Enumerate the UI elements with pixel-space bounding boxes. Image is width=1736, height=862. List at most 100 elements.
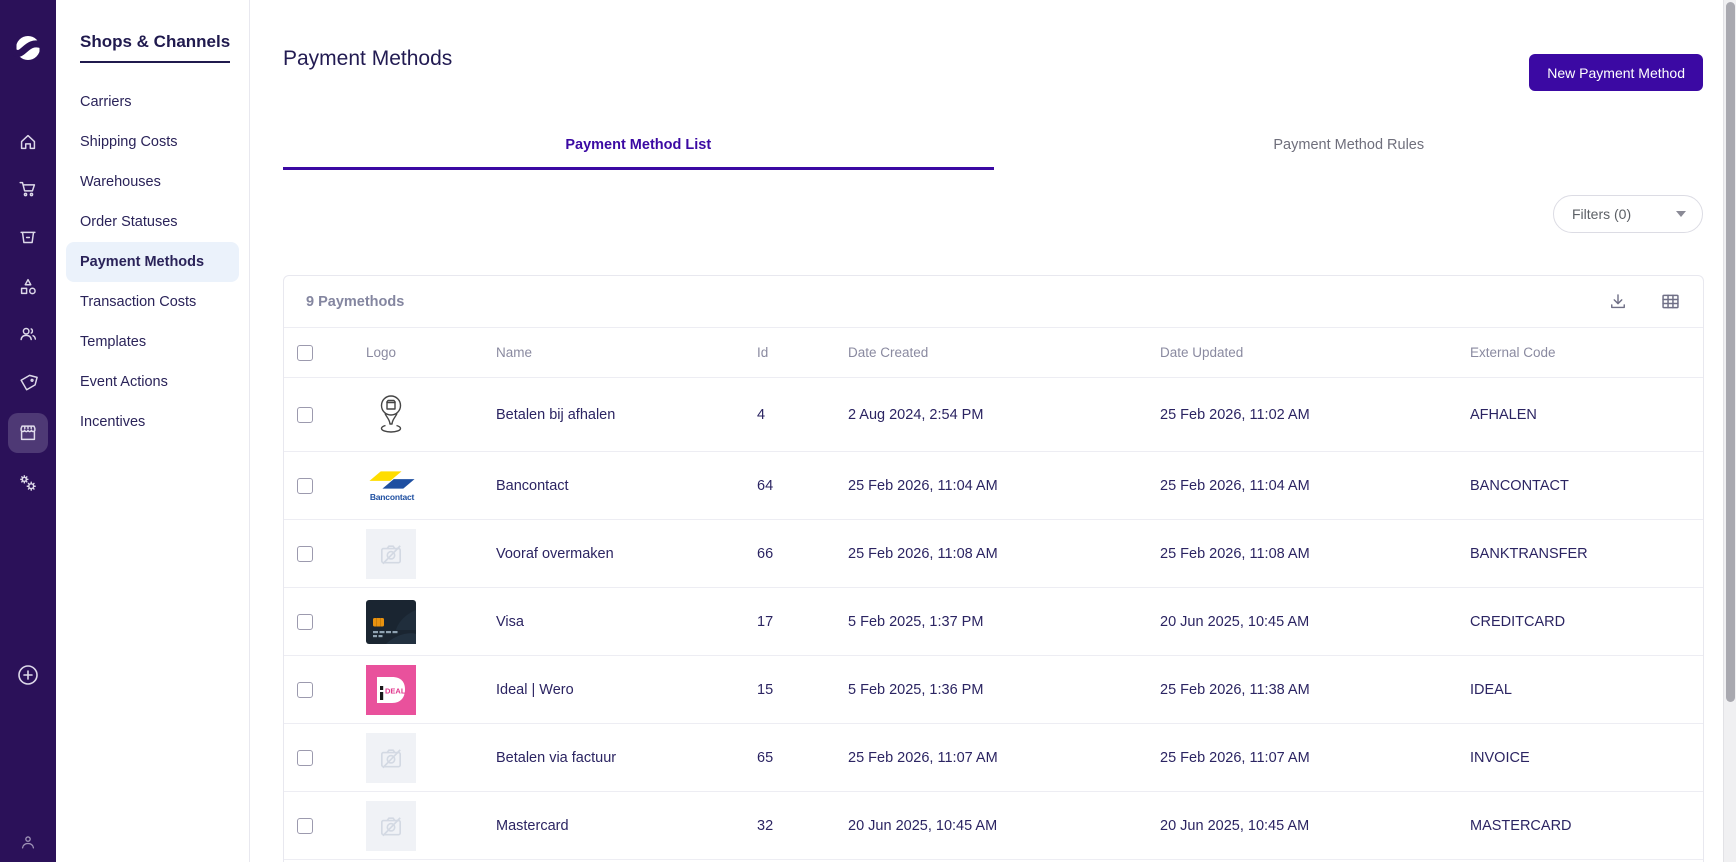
sidebar-item-incentives[interactable]: Incentives xyxy=(56,402,249,442)
sidebar-item-transaction-costs[interactable]: Transaction Costs xyxy=(56,282,249,322)
cell-name: Ideal | Wero xyxy=(496,681,574,698)
filters-dropdown[interactable]: Filters (0) xyxy=(1553,195,1703,233)
cell-id: 64 xyxy=(757,477,774,494)
missing-image-placeholder xyxy=(366,800,416,851)
cell-logo xyxy=(346,528,476,579)
new-payment-method-button[interactable]: New Payment Method xyxy=(1529,54,1703,91)
paymethods-card: 9 Paymethods Logo Name Id Date Created Date … xyxy=(283,275,1704,862)
cell-name: Betalen bij afhalen xyxy=(496,406,616,423)
table-body: Betalen bij afhalen 4 2 Aug 2024, 2:54 PM 2… xyxy=(284,378,1703,860)
cell-date-updated: 25 Feb 2026, 11:02 AM xyxy=(1160,406,1310,423)
pickup-pin-logo xyxy=(366,390,416,440)
cell-external-code: MASTERCARD xyxy=(1470,817,1572,834)
cell-date-updated: 20 Jun 2025, 10:45 AM xyxy=(1160,613,1310,630)
cell-name: Vooraf overmaken xyxy=(496,545,614,562)
row-checkbox[interactable] xyxy=(297,681,313,698)
table-row[interactable]: Visa 17 5 Feb 2025, 1:37 PM 20 Jun 2025, 10… xyxy=(284,588,1703,656)
table-header-row: Logo Name Id Date Created Date Updated Extern… xyxy=(284,328,1703,378)
filters-label: Filters (0) xyxy=(1572,206,1632,222)
sidebar-nav-list: Carriers Shipping Costs Warehouses Order St… xyxy=(56,82,249,442)
sidebar-item-templates[interactable]: Templates xyxy=(56,322,249,362)
icon-rail xyxy=(0,0,56,862)
row-checkbox[interactable] xyxy=(297,817,313,834)
home-icon[interactable] xyxy=(8,122,48,162)
page-scrollbar xyxy=(1723,0,1736,862)
tab-payment-method-list[interactable]: Payment Method List xyxy=(283,122,994,170)
account-icon[interactable] xyxy=(8,822,48,862)
cell-external-code: IDEAL xyxy=(1470,681,1512,698)
row-checkbox[interactable] xyxy=(297,613,313,630)
sidebar-item-carriers[interactable]: Carriers xyxy=(56,82,249,122)
cell-name: Betalen via factuur xyxy=(496,749,617,766)
cell-date-updated: 25 Feb 2026, 11:38 AM xyxy=(1160,681,1310,698)
cell-id: 66 xyxy=(757,545,774,562)
sidebar-item-shipping-costs[interactable]: Shipping Costs xyxy=(56,122,249,162)
column-header-logo: Logo xyxy=(366,345,397,360)
sidebar-title: Shops & Channels xyxy=(80,32,231,63)
column-header-name: Name xyxy=(496,345,533,360)
cell-date-updated: 25 Feb 2026, 11:08 AM xyxy=(1160,545,1310,562)
customers-icon[interactable] xyxy=(8,314,48,354)
ideal-logo: DEAL xyxy=(366,664,416,715)
cell-logo: DEAL xyxy=(346,664,476,715)
download-icon[interactable] xyxy=(1607,291,1629,313)
cell-date-created: 2 Aug 2024, 2:54 PM xyxy=(848,406,984,423)
sidebar-item-event-actions[interactable]: Event Actions xyxy=(56,362,249,402)
column-header-id: Id xyxy=(757,345,769,360)
products-icon[interactable] xyxy=(8,267,48,307)
bancontact-logo-label: Bancontact xyxy=(369,492,415,502)
svg-text:DEAL: DEAL xyxy=(385,686,406,695)
cell-date-created: 5 Feb 2025, 1:36 PM xyxy=(848,681,984,698)
cell-date-created: 5 Feb 2025, 1:37 PM xyxy=(848,613,984,630)
cell-external-code: INVOICE xyxy=(1470,749,1530,766)
cell-logo xyxy=(346,732,476,783)
row-checkbox[interactable] xyxy=(297,545,313,562)
add-icon[interactable] xyxy=(8,655,48,695)
cell-name: Bancontact xyxy=(496,477,569,494)
sidebar-item-order-statuses[interactable]: Order Statuses xyxy=(56,202,249,242)
table-row[interactable]: Betalen bij afhalen 4 2 Aug 2024, 2:54 PM 2… xyxy=(284,378,1703,452)
cell-id: 15 xyxy=(757,681,774,698)
column-settings-grid-icon[interactable] xyxy=(1659,291,1681,313)
table-row[interactable]: DEAL Ideal | Wero 15 5 Feb 2025, 1:36 PM 25 … xyxy=(284,656,1703,724)
orders-icon[interactable] xyxy=(8,217,48,257)
table-row[interactable]: Bancontact Bancontact 64 25 Feb 2026, 11:04… xyxy=(284,452,1703,520)
column-header-external-code: External Code xyxy=(1470,345,1556,360)
cart-icon[interactable] xyxy=(8,169,48,209)
cell-id: 65 xyxy=(757,749,774,766)
missing-image-placeholder xyxy=(366,732,416,783)
table-row[interactable]: Betalen via factuur 65 25 Feb 2026, 11:07 … xyxy=(284,724,1703,792)
brand-logo[interactable] xyxy=(8,28,48,68)
row-checkbox[interactable] xyxy=(297,749,313,766)
tag-icon[interactable] xyxy=(8,363,48,403)
cell-date-created: 25 Feb 2026, 11:04 AM xyxy=(848,477,998,494)
cell-external-code: CREDITCARD xyxy=(1470,613,1566,630)
row-checkbox[interactable] xyxy=(297,406,313,423)
cell-external-code: BANCONTACT xyxy=(1470,477,1569,494)
scrollbar-thumb[interactable] xyxy=(1726,2,1735,702)
card-header: 9 Paymethods xyxy=(284,276,1703,328)
settings-icon[interactable] xyxy=(8,463,48,503)
cell-logo: Bancontact xyxy=(346,469,476,502)
tab-payment-method-rules[interactable]: Payment Method Rules xyxy=(994,122,1705,170)
cell-external-code: BANKTRANSFER xyxy=(1470,545,1588,562)
main-content: Payment Methods New Payment Method Payme… xyxy=(250,0,1723,862)
table-row[interactable]: Mastercard 32 20 Jun 2025, 10:45 AM 20 Jun … xyxy=(284,792,1703,860)
cell-name: Visa xyxy=(496,613,524,630)
select-all-checkbox[interactable] xyxy=(297,344,313,361)
bancontact-logo: Bancontact xyxy=(366,469,418,502)
table-row[interactable]: Vooraf overmaken 66 25 Feb 2026, 11:08 AM 2… xyxy=(284,520,1703,588)
row-checkbox[interactable] xyxy=(297,477,313,494)
sidebar-item-warehouses[interactable]: Warehouses xyxy=(56,162,249,202)
cell-name: Mastercard xyxy=(496,817,569,834)
cell-date-updated: 25 Feb 2026, 11:07 AM xyxy=(1160,749,1310,766)
sidebar-item-payment-methods[interactable]: Payment Methods xyxy=(66,242,239,282)
column-header-date-updated: Date Updated xyxy=(1160,345,1244,360)
cell-date-updated: 25 Feb 2026, 11:04 AM xyxy=(1160,477,1310,494)
visa-card-logo xyxy=(366,597,416,647)
store-icon[interactable] xyxy=(8,413,48,453)
page-title: Payment Methods xyxy=(283,47,453,70)
cell-date-created: 25 Feb 2026, 11:08 AM xyxy=(848,545,998,562)
cell-id: 4 xyxy=(757,406,766,423)
missing-image-placeholder xyxy=(366,528,416,579)
